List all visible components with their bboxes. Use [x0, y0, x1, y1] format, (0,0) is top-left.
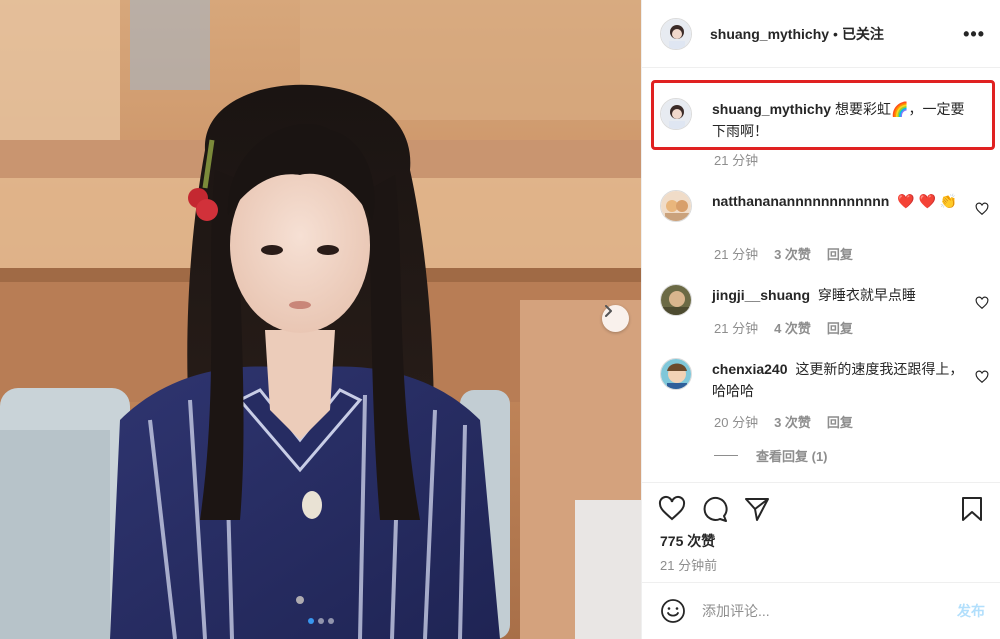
commenter-avatar[interactable]: [660, 358, 692, 390]
caption-meta: 21 分钟: [714, 150, 758, 169]
comment-like-heart-icon[interactable]: [975, 370, 989, 384]
comment-likes-count[interactable]: 3 次赞: [774, 244, 811, 263]
more-options-button[interactable]: •••: [963, 24, 985, 45]
comment-like-heart-icon[interactable]: [975, 296, 989, 310]
comment-bubble-icon[interactable]: [701, 495, 729, 523]
comment-row: natthananannnnnnnnnnnn ❤️ ❤️ 👏: [660, 190, 990, 222]
comment-reply-button[interactable]: 回复: [827, 244, 853, 263]
avatar-image: [661, 191, 691, 221]
post-likes-count[interactable]: 775 次赞: [660, 531, 715, 551]
comment-meta: 21 分钟 4 次赞 回复: [714, 318, 853, 337]
comment-row: chenxia240 这更新的速度我还跟得上，哈哈哈: [660, 358, 990, 402]
avatar-image: [661, 359, 691, 389]
avatar-image: [661, 285, 691, 315]
post-actions: 775 次赞 21 分钟前: [642, 482, 1000, 576]
post-comment-button[interactable]: 发布: [957, 601, 985, 621]
carousel-indicator: [0, 618, 641, 624]
comment-likes-count[interactable]: 3 次赞: [774, 412, 811, 431]
comment-username[interactable]: chenxia240: [712, 361, 788, 377]
replies-divider-line: [714, 455, 738, 456]
instagram-post-window: shuang_mythichy • 已关注 ••• shuang_mythich…: [0, 0, 1000, 639]
next-photo-button[interactable]: [602, 305, 629, 332]
caption-author-avatar[interactable]: [660, 98, 692, 130]
comment-reply-button[interactable]: 回复: [827, 412, 853, 431]
like-heart-icon[interactable]: [658, 495, 686, 523]
comment-body: chenxia240 这更新的速度我还跟得上，哈哈哈: [712, 358, 974, 402]
comment-reply-button[interactable]: 回复: [827, 318, 853, 337]
save-bookmark-icon[interactable]: [958, 495, 986, 523]
share-paper-plane-icon[interactable]: [743, 495, 771, 523]
post-timestamp: 21 分钟前: [660, 558, 718, 573]
comment-body: jingji__shuang 穿睡衣就早点睡: [712, 284, 974, 316]
carousel-dot: [317, 618, 324, 624]
caption-time: 21 分钟: [714, 153, 759, 168]
photo-illustration: [0, 0, 641, 639]
add-comment-input[interactable]: [702, 603, 932, 619]
separator-bullet: •: [833, 25, 838, 42]
commenter-avatar[interactable]: [660, 190, 692, 222]
comment-time: 20 分钟: [714, 415, 759, 430]
add-comment-bar: 发布: [642, 582, 1000, 639]
caption-username[interactable]: shuang_mythichy: [712, 101, 831, 117]
comment-username[interactable]: natthananannnnnnnnnnnn: [712, 193, 889, 209]
comment-row: jingji__shuang 穿睡衣就早点睡: [660, 284, 990, 316]
comment-username[interactable]: jingji__shuang: [712, 287, 810, 303]
author-avatar[interactable]: [660, 17, 692, 50]
commenter-avatar[interactable]: [660, 284, 692, 316]
comment-time: 21 分钟: [714, 247, 759, 262]
comment-meta: 20 分钟 3 次赞 回复: [714, 412, 853, 431]
comment-meta: 21 分钟 3 次赞 回复: [714, 244, 853, 263]
avatar-image: [661, 99, 691, 129]
view-replies-label: 查看回复 (1): [756, 449, 828, 464]
view-replies-button[interactable]: 查看回复 (1): [714, 446, 828, 465]
avatar-image: [661, 18, 691, 49]
carousel-dot: [307, 618, 314, 624]
caption-row: shuang_mythichy 想要彩虹🌈，一定要下雨啊！: [660, 98, 990, 142]
author-username[interactable]: shuang_mythichy: [710, 26, 829, 42]
caption-body: shuang_mythichy 想要彩虹🌈，一定要下雨啊！: [712, 98, 974, 142]
comments-list: shuang_mythichy 想要彩虹🌈，一定要下雨啊！ 21 分钟 natt…: [642, 68, 1000, 482]
post-side-panel: shuang_mythichy • 已关注 ••• shuang_mythich…: [641, 0, 1000, 639]
comment-time: 21 分钟: [714, 321, 759, 336]
comment-likes-count[interactable]: 4 次赞: [774, 318, 811, 337]
comment-text: ❤️ ❤️ 👏: [897, 193, 958, 209]
emoji-smiley-icon[interactable]: [660, 598, 686, 624]
comment-text: 穿睡衣就早点睡: [817, 287, 916, 303]
comment-like-heart-icon[interactable]: [975, 202, 989, 216]
follow-status-button[interactable]: 已关注: [842, 24, 884, 44]
post-header: shuang_mythichy • 已关注 •••: [642, 0, 1000, 68]
post-photo[interactable]: [0, 0, 641, 639]
chevron-right-icon: [605, 305, 612, 317]
comment-body: natthananannnnnnnnnnnn ❤️ ❤️ 👏: [712, 190, 974, 222]
carousel-dot: [327, 618, 334, 624]
